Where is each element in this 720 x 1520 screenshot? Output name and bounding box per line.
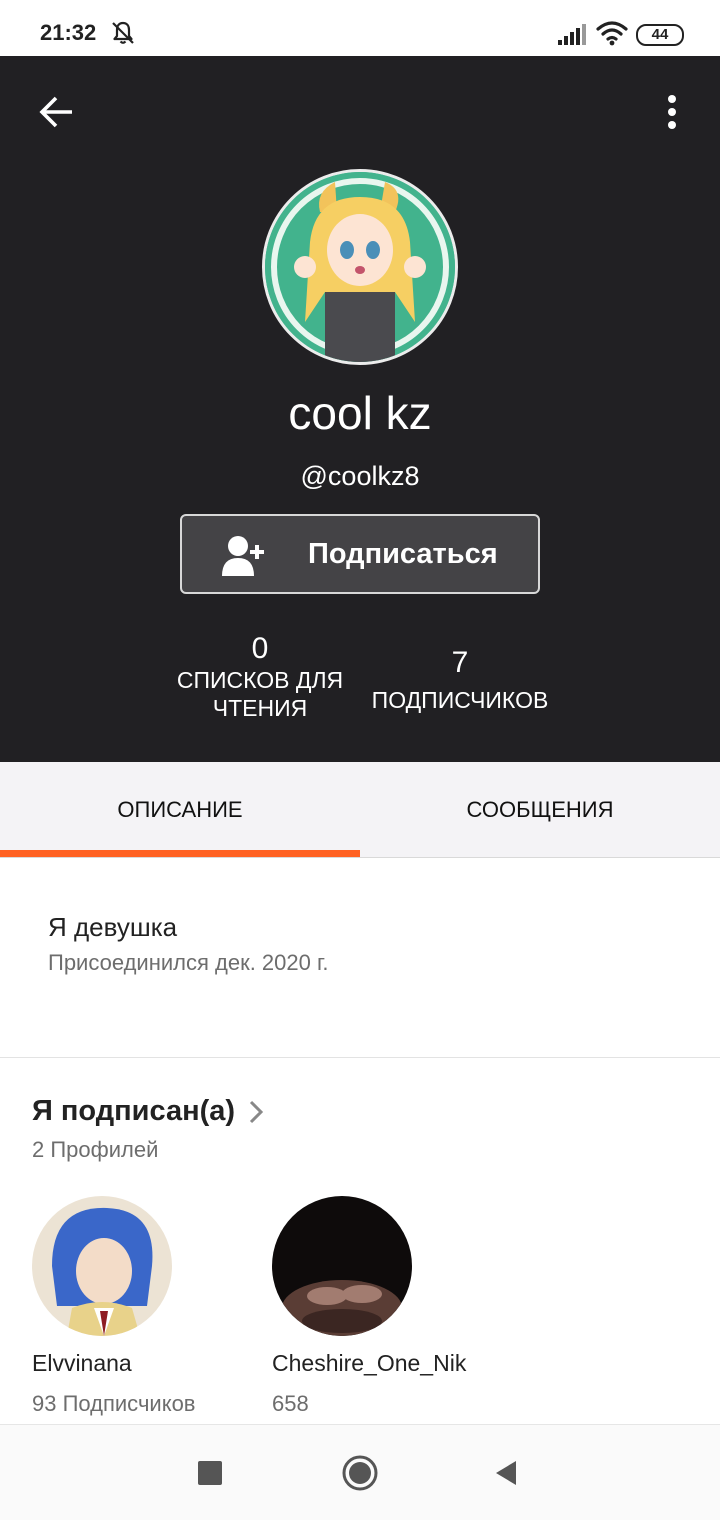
status-time: 21:32 [40, 20, 97, 45]
followers-stat[interactable]: 7 ПОДПИСЧИКОВ [360, 646, 560, 714]
bell-off-icon [110, 20, 136, 46]
more-options-button[interactable] [648, 88, 696, 136]
following-section: Я подписан(а) 2 Профилей Elvvinana 93 По… [0, 1059, 720, 1424]
tab-description[interactable]: ОПИСАНИЕ [0, 762, 360, 858]
status-bar: 21:32 44 [0, 0, 720, 56]
follow-button[interactable]: Подписаться [180, 514, 540, 594]
joined-date: Присоединился дек. 2020 г. [48, 950, 329, 975]
reading-lists-count: 0 [251, 632, 269, 665]
follow-button-label: Подписаться [308, 538, 498, 570]
recents-button[interactable] [190, 1453, 230, 1493]
tab-messages[interactable]: СООБЩЕНИЯ [360, 762, 720, 858]
profile-avatar[interactable] [262, 169, 458, 365]
chevron-right-icon [250, 1100, 264, 1123]
home-circle-icon [342, 1455, 378, 1491]
profile-card-name: Elvvinana [32, 1350, 132, 1376]
profile-header: cool kz @coolkz8 Подписаться 0 СПИСКОВ Д… [0, 56, 720, 762]
recents-square-icon [198, 1461, 222, 1485]
profile-card-avatar [32, 1196, 172, 1336]
system-back-button[interactable] [486, 1453, 526, 1493]
following-profile-card[interactable]: Cheshire_One_Nik 658 [272, 1196, 502, 1417]
home-button[interactable] [340, 1453, 380, 1493]
profile-card-name: Cheshire_One_Nik [272, 1350, 467, 1376]
wifi-icon [596, 20, 628, 46]
battery-icon: 44 [636, 24, 684, 46]
signal-icon [556, 22, 588, 46]
profile-card-avatar [272, 1196, 412, 1336]
following-profile-card[interactable]: Elvvinana 93 Подписчиков [32, 1196, 262, 1417]
back-button[interactable] [32, 88, 80, 136]
system-nav-bar [0, 1424, 720, 1520]
following-title: Я подписан(а) [32, 1095, 236, 1127]
active-tab-indicator [0, 850, 360, 857]
arrow-left-icon [39, 96, 72, 128]
add-user-icon [220, 534, 268, 578]
reading-lists-label: СПИСКОВ ДЛЯ ЧТЕНИЯ [176, 667, 344, 721]
description-text: Я девушка [48, 912, 178, 942]
profile-card-followers: 658 [272, 1391, 309, 1416]
back-triangle-icon [496, 1461, 516, 1485]
followers-count: 7 [451, 646, 469, 679]
more-vert-icon [668, 95, 676, 129]
reading-lists-stat[interactable]: 0 СПИСКОВ ДЛЯ ЧТЕНИЯ [170, 632, 350, 722]
description-section: Я девушка Присоединился дек. 2020 г. [0, 858, 720, 1058]
profile-card-followers: 93 Подписчиков [32, 1391, 196, 1416]
profile-tabs: ОПИСАНИЕ СООБЩЕНИЯ [0, 762, 720, 858]
followers-label: ПОДПИСЧИКОВ [371, 687, 549, 713]
profile-handle: @coolkz8 [300, 461, 420, 491]
profile-name: cool kz [288, 387, 432, 439]
following-header[interactable]: Я подписан(а) [32, 1095, 265, 1128]
following-count: 2 Профилей [32, 1137, 159, 1162]
